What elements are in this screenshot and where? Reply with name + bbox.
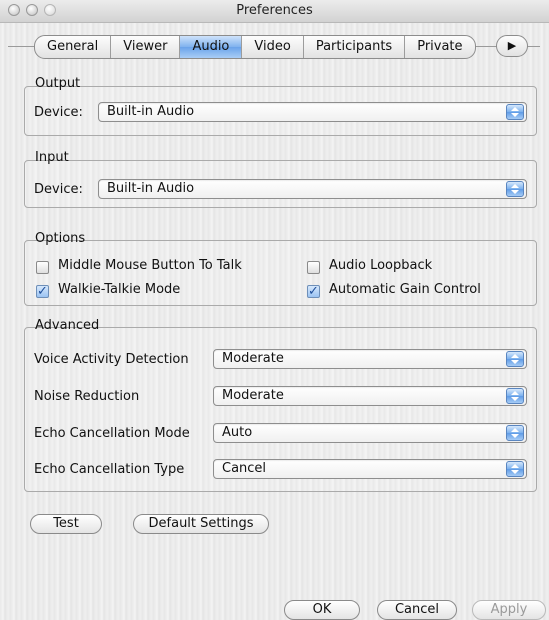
tab-general[interactable]: General bbox=[35, 36, 112, 58]
checkmark-icon: ✓ bbox=[37, 284, 48, 299]
title-bar: Preferences bbox=[0, 0, 549, 23]
echo-type-value: Cancel bbox=[222, 461, 267, 476]
select-stepper-icon bbox=[506, 425, 524, 441]
noise-reduction-select[interactable]: Moderate bbox=[213, 386, 527, 406]
play-arrow-icon: ▶ bbox=[507, 39, 517, 52]
ok-button[interactable]: OK bbox=[284, 600, 360, 620]
window-title: Preferences bbox=[236, 3, 313, 18]
output-device-value: Built-in Audio bbox=[107, 104, 195, 119]
echo-mode-select[interactable]: Auto bbox=[213, 423, 527, 443]
select-stepper-icon bbox=[506, 351, 524, 367]
tab-private[interactable]: Private bbox=[405, 36, 474, 58]
middle-mouse-checkbox[interactable] bbox=[36, 261, 49, 274]
checkmark-icon: ✓ bbox=[308, 284, 319, 299]
select-stepper-icon bbox=[506, 104, 524, 120]
options-group-label: Options bbox=[35, 231, 86, 246]
select-stepper-icon bbox=[506, 181, 524, 197]
echo-type-label: Echo Cancellation Type bbox=[34, 462, 185, 477]
apply-button[interactable]: Apply bbox=[472, 600, 546, 620]
noise-reduction-value: Moderate bbox=[222, 388, 284, 403]
tab-participants[interactable]: Participants bbox=[304, 36, 406, 58]
voice-activity-select[interactable]: Moderate bbox=[213, 349, 527, 369]
automatic-gain-checkbox[interactable]: ✓ bbox=[307, 285, 320, 298]
more-tabs-button[interactable]: ▶ bbox=[496, 35, 528, 57]
default-settings-button[interactable]: Default Settings bbox=[133, 514, 269, 534]
audio-loopback-label: Audio Loopback bbox=[329, 258, 433, 273]
output-device-label: Device: bbox=[34, 105, 83, 120]
voice-activity-label: Voice Activity Detection bbox=[34, 352, 189, 367]
select-stepper-icon bbox=[506, 461, 524, 477]
tab-viewer[interactable]: Viewer bbox=[111, 36, 181, 58]
tab-video[interactable]: Video bbox=[242, 36, 304, 58]
select-stepper-icon bbox=[506, 388, 524, 404]
input-device-label: Device: bbox=[34, 182, 83, 197]
echo-mode-label: Echo Cancellation Mode bbox=[34, 426, 190, 441]
cancel-button[interactable]: Cancel bbox=[377, 600, 457, 620]
walkie-talkie-checkbox[interactable]: ✓ bbox=[36, 285, 49, 298]
input-device-value: Built-in Audio bbox=[107, 181, 195, 196]
automatic-gain-label: Automatic Gain Control bbox=[329, 282, 481, 297]
walkie-talkie-label: Walkie-Talkie Mode bbox=[58, 282, 181, 297]
audio-loopback-checkbox[interactable] bbox=[307, 261, 320, 274]
test-button[interactable]: Test bbox=[30, 514, 102, 534]
echo-mode-value: Auto bbox=[222, 425, 253, 440]
tab-bar: General Viewer Audio Video Participants … bbox=[34, 35, 476, 59]
input-device-select[interactable]: Built-in Audio bbox=[98, 179, 527, 199]
advanced-group-label: Advanced bbox=[35, 318, 100, 333]
echo-type-select[interactable]: Cancel bbox=[213, 459, 527, 479]
voice-activity-value: Moderate bbox=[222, 351, 284, 366]
middle-mouse-label: Middle Mouse Button To Talk bbox=[58, 258, 242, 273]
output-group-label: Output bbox=[35, 76, 81, 91]
input-group-label: Input bbox=[35, 150, 69, 165]
tab-audio[interactable]: Audio bbox=[180, 36, 243, 58]
noise-reduction-label: Noise Reduction bbox=[34, 389, 140, 404]
output-device-select[interactable]: Built-in Audio bbox=[98, 102, 527, 122]
